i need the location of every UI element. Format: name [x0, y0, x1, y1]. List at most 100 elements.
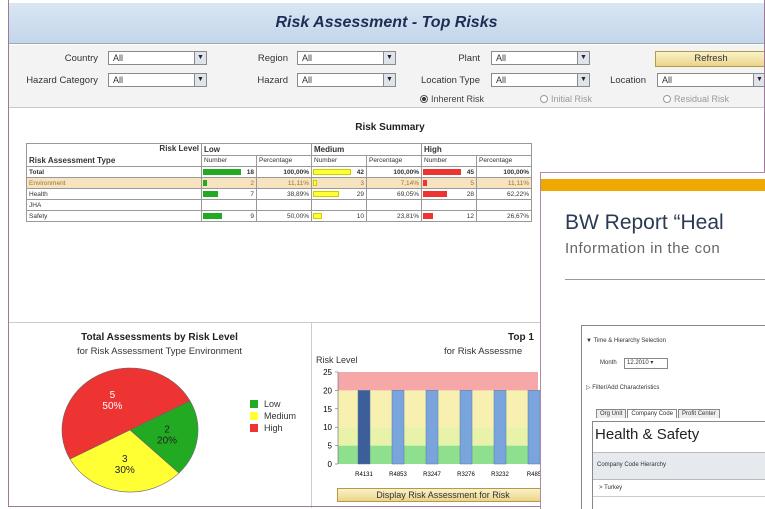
percentage-cell: 62,22%	[476, 188, 532, 200]
time-selection-toggle[interactable]: ▼ Time & Hierarchy Selection	[586, 338, 666, 344]
corner-header: Risk Level Risk Assessment Type	[26, 143, 202, 167]
pie-chart-title: Total Assessments by Risk Level	[81, 332, 238, 343]
tab-profit-center[interactable]: Profit Center	[678, 409, 720, 418]
chevron-down-icon: ▼	[383, 74, 395, 86]
pie-data-label: 50%	[102, 401, 122, 412]
report-tabs: Org Unit Company Code Profit Center	[596, 409, 721, 418]
number-cell	[421, 199, 477, 211]
plant-select[interactable]: All ▼	[491, 51, 590, 65]
level-bar	[203, 169, 241, 175]
region-select[interactable]: All ▼	[297, 51, 396, 65]
hazard-category-label: Hazard Category	[26, 75, 98, 86]
table-row[interactable]: Safety 9 50,00% 10 23,81% 12 26,67%	[26, 210, 532, 222]
percentage-cell: 7,14%	[366, 177, 422, 189]
radio-empty-icon	[540, 95, 548, 103]
number-cell: 7	[201, 188, 257, 200]
bar-R3232[interactable]	[493, 390, 507, 465]
bw-report-subtitle: Information in the con	[565, 240, 721, 257]
x-tick-label: R3232	[491, 472, 509, 478]
section-title: Health & Safety	[595, 426, 700, 443]
legend-item: Low	[250, 398, 296, 410]
number-cell: 10	[311, 210, 367, 222]
hazard-category-select[interactable]: All ▼	[108, 73, 207, 87]
legend-swatch	[250, 400, 258, 408]
table-row[interactable]: Health 7 38,89% 29 69,05% 28 62,22%	[26, 188, 532, 200]
risk-summary-table: Risk Level Risk Assessment Type Low Medi…	[26, 143, 532, 222]
level-bar	[313, 180, 317, 186]
percentage-cell	[256, 199, 312, 211]
x-tick-label: R4131	[355, 472, 373, 478]
bar-R3247[interactable]	[425, 390, 439, 465]
table-row[interactable]: Environment 2 11,11% 3 7,14% 5 11,11%	[26, 177, 532, 189]
title-bar: Risk Assessment - Top Risks	[8, 3, 765, 44]
level-header-high: High	[421, 143, 532, 156]
bar-R485[interactable]	[527, 390, 540, 465]
legend-item: Medium	[250, 410, 296, 422]
sub-header: Percentage	[476, 154, 532, 167]
location-select[interactable]: All ▼	[657, 73, 765, 87]
pie-data-label: 20%	[157, 436, 177, 447]
bw-report-title: BW Report “Heal	[565, 211, 724, 234]
number-cell: 42	[311, 166, 367, 178]
month-select[interactable]: 12.2010 ▾	[624, 358, 668, 369]
x-tick-label: R485	[527, 472, 540, 478]
display-risk-assessment-button[interactable]: Display Risk Assessment for Risk	[337, 488, 549, 502]
filter-toggle[interactable]: ▷ Filter/Add Characteristics	[586, 384, 659, 391]
percentage-cell: 38,89%	[256, 188, 312, 200]
x-tick-label: R3276	[457, 472, 475, 478]
number-cell: 45	[421, 166, 477, 178]
row-type: Total	[26, 166, 202, 178]
table-row[interactable]: > Turkey	[593, 480, 765, 497]
location-type-select[interactable]: All ▼	[491, 73, 590, 87]
chevron-down-icon: ▼	[753, 74, 765, 86]
section-divider	[311, 322, 312, 508]
pie-data-label: 5	[110, 390, 116, 401]
bar-chart-subtitle: for Risk Assessme	[444, 346, 523, 357]
bar-R4853[interactable]	[391, 390, 405, 465]
radio-inherent-risk[interactable]: Inherent Risk	[420, 94, 484, 104]
risk-summary-title: Risk Summary	[355, 122, 425, 133]
sub-header: Number	[201, 154, 257, 167]
level-bar	[423, 213, 433, 219]
country-label: Country	[64, 53, 98, 64]
tab-org-unit[interactable]: Org Unit	[596, 409, 627, 418]
hierarchy-header: Company Code Hierarchy	[593, 452, 765, 480]
percentage-cell: 26,67%	[476, 210, 532, 222]
level-bar	[313, 191, 339, 197]
location-label: Location	[610, 75, 646, 86]
number-cell: 28	[421, 188, 477, 200]
level-bar	[313, 169, 351, 175]
chevron-down-icon: ▼	[577, 52, 589, 64]
number-cell: 12	[421, 210, 477, 222]
radio-initial-risk[interactable]: Initial Risk	[540, 94, 592, 104]
bar-chart: 0 5 10 15 20 25 R4131 R4853 R3247 R3276 R3232 R485	[323, 368, 540, 478]
triangle-down-icon: ▼	[586, 338, 592, 344]
bar-R3276[interactable]	[459, 390, 473, 465]
pie-chart: 550% 220% 330%	[61, 367, 199, 493]
radio-residual-risk[interactable]: Residual Risk	[663, 94, 729, 104]
hazard-select[interactable]: All ▼	[297, 73, 396, 87]
region-label: Region	[257, 53, 288, 64]
number-cell: 2	[201, 177, 257, 189]
sub-header: Number	[311, 154, 367, 167]
percentage-cell: 69,05%	[366, 188, 422, 200]
page-title: Risk Assessment - Top Risks	[275, 14, 498, 31]
percentage-cell: 11,11%	[476, 177, 532, 189]
tab-company-code[interactable]: Company Code	[627, 409, 678, 418]
plant-label: Plant	[458, 53, 480, 64]
chevron-down-icon: ▼	[194, 74, 206, 86]
level-bar	[423, 169, 461, 175]
table-row[interactable]: JHA	[26, 199, 532, 211]
refresh-button[interactable]: Refresh	[655, 51, 765, 67]
report-content: Health & Safety Company Code Hierarchy >…	[592, 421, 765, 509]
country-select[interactable]: All ▼	[108, 51, 207, 65]
y-tick-label: 20	[323, 386, 332, 395]
radio-empty-icon	[663, 95, 671, 103]
legend-swatch	[250, 412, 258, 420]
chevron-down-icon: ▼	[194, 52, 206, 64]
bar-R4131[interactable]	[357, 390, 371, 465]
bar-chart-ylabel: Risk Level	[316, 355, 358, 365]
report-panel: ▼ Time & Hierarchy Selection Month 12.20…	[581, 325, 765, 509]
table-row[interactable]: Total 18 100,00% 42 100,00% 45 100,00%	[26, 166, 532, 178]
risk-dashboard: Risk Assessment - Top Risks Country All ▼…	[0, 0, 765, 509]
